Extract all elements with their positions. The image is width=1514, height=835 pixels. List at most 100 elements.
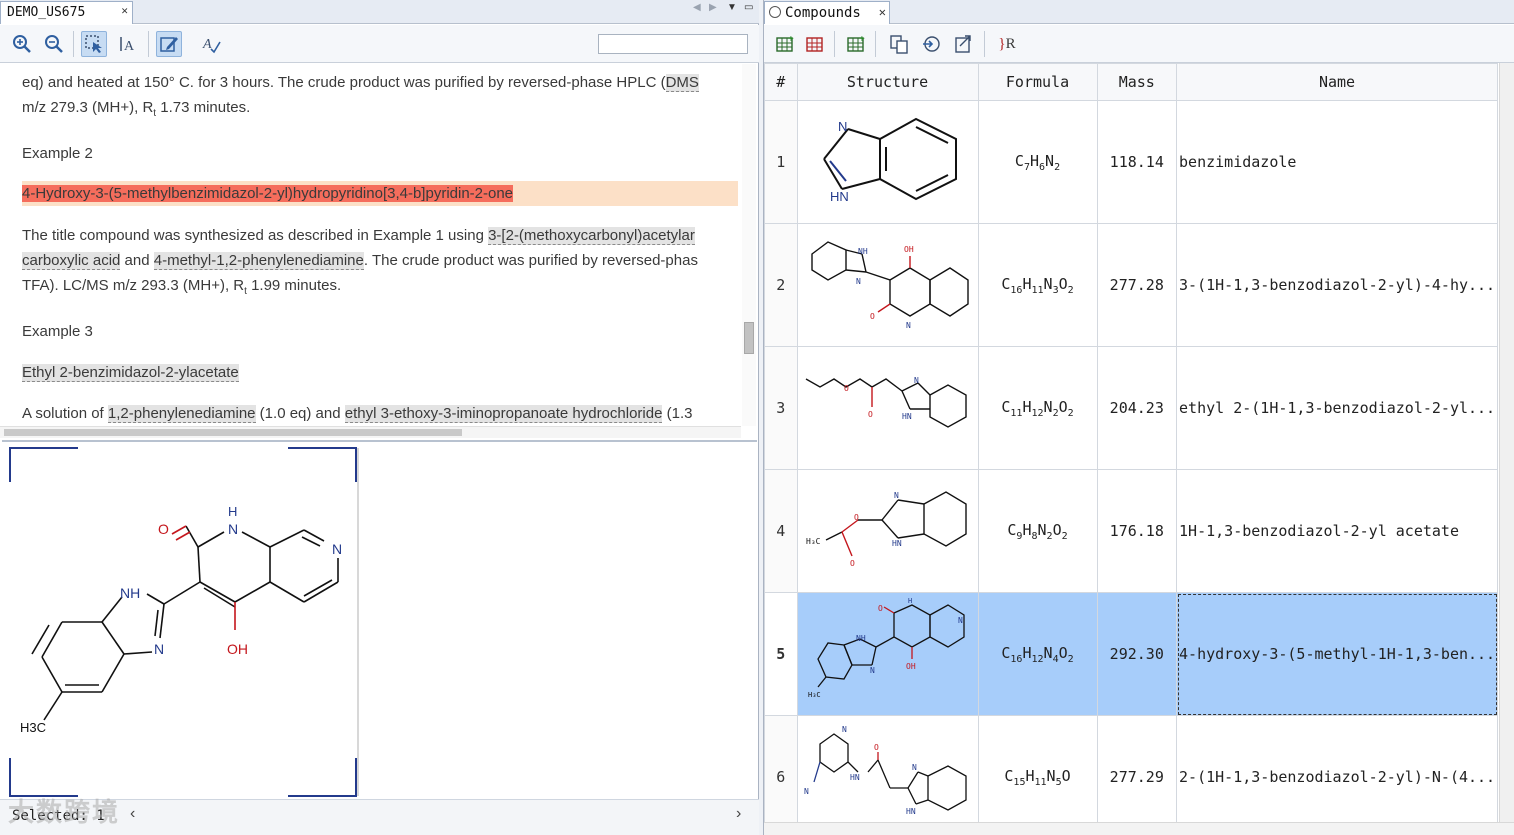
- formula-text: C11H12N2O2: [1001, 397, 1074, 419]
- table-row[interactable]: 1 N HN C7H6N2 118.14 benzimidazole: [764, 100, 1498, 224]
- toolbar-separator: [875, 31, 876, 57]
- add-column-button[interactable]: +: [843, 31, 869, 57]
- entity-highlight[interactable]: 3-[2-(methoxycarbonyl)acetylar: [488, 227, 695, 245]
- annotate-button[interactable]: [156, 31, 182, 57]
- export-button[interactable]: [950, 31, 976, 57]
- svg-text:O: O: [854, 513, 859, 522]
- table-vertical-scrollbar[interactable]: [1499, 63, 1514, 823]
- table-horizontal-scrollbar[interactable]: [764, 822, 1514, 835]
- compounds-icon: [769, 6, 781, 18]
- formula-cell[interactable]: C9H8N2O2: [977, 469, 1098, 593]
- doc-line: carboxylic acid and 4-methyl-1,2-phenyle…: [22, 248, 738, 273]
- column-header-name[interactable]: Name: [1176, 63, 1498, 101]
- column-header-structure[interactable]: Structure: [796, 63, 979, 101]
- name-cell[interactable]: benzimidazole: [1176, 100, 1498, 224]
- column-header-index[interactable]: #: [764, 63, 798, 101]
- tab-document[interactable]: DEMO_US675 ✕: [0, 1, 133, 24]
- tab-menu-icon[interactable]: ▼: [727, 2, 737, 13]
- svg-text:O: O: [844, 384, 849, 393]
- entity-highlight[interactable]: ethyl 3-ethoxy-3-iminopropanoate hydroch…: [344, 405, 663, 423]
- copy-structure-button[interactable]: [886, 31, 912, 57]
- r-group-icon: }R: [998, 35, 1016, 52]
- structure-viewer[interactable]: O H N N NH N OH H3C: [2, 440, 757, 798]
- structure-cell[interactable]: N HN: [796, 100, 979, 224]
- column-header-formula[interactable]: Formula: [977, 63, 1098, 101]
- scroll-left-icon[interactable]: ‹: [130, 805, 135, 823]
- close-icon[interactable]: ✕: [879, 5, 886, 19]
- name-cell[interactable]: 1H-1,3-benzodiazol-2-yl acetate: [1176, 469, 1498, 593]
- formula-cell[interactable]: C16H11N3O2: [977, 223, 1098, 347]
- spellcheck-button[interactable]: A: [198, 31, 224, 57]
- compounds-tabbar: Compounds ✕: [764, 0, 1514, 24]
- mass-cell[interactable]: 176.18: [1096, 469, 1178, 593]
- mass-cell[interactable]: 277.29: [1096, 715, 1178, 823]
- entity-highlight[interactable]: carboxylic acid: [22, 252, 121, 270]
- mass-cell[interactable]: 204.23: [1096, 346, 1178, 470]
- compounds-table[interactable]: # Structure Formula Mass Name 1 N HN C7H…: [764, 63, 1498, 823]
- example-heading: Example 3: [22, 323, 93, 340]
- tab-compounds[interactable]: Compounds ✕: [764, 1, 890, 24]
- zoom-out-button[interactable]: [41, 31, 67, 57]
- molecule-thumbnail: N HN: [822, 117, 957, 204]
- name-cell[interactable]: 4-hydroxy-3-(5-methyl-1H-1,3-ben...: [1176, 592, 1498, 716]
- entity-highlight[interactable]: DMS: [665, 74, 699, 92]
- structure-cell[interactable]: NH N OH O N: [796, 223, 979, 347]
- zoom-in-button[interactable]: [9, 31, 35, 57]
- name-cell[interactable]: 2-(1H-1,3-benzodiazol-2-yl)-N-(4...: [1176, 715, 1498, 823]
- document-vertical-scrollbar[interactable]: [742, 64, 756, 426]
- name-cell[interactable]: 3-(1H-1,3-benzodiazol-2-yl)-4-hy...: [1176, 223, 1498, 347]
- edit-pencil-icon: [160, 37, 178, 52]
- mass-cell[interactable]: 118.14: [1096, 100, 1178, 224]
- close-icon[interactable]: ✕: [121, 4, 128, 17]
- document-horizontal-scrollbar[interactable]: [0, 426, 741, 438]
- tab-next-icon[interactable]: ▶: [709, 2, 717, 13]
- doc-line: TFA). LC/MS m/z 293.3 (MH+), Rt 1.99 min…: [22, 273, 738, 304]
- document-text-area[interactable]: eq) and heated at 150° C. for 3 hours. T…: [0, 64, 741, 426]
- formula-cell[interactable]: C11H12N2O2: [977, 346, 1098, 470]
- select-pointer-icon: [85, 35, 102, 53]
- doc-line: A solution of 1,2-phenylenediamine (1.0 …: [22, 401, 738, 426]
- scrollbar-thumb[interactable]: [744, 322, 754, 354]
- atom-label: N: [154, 641, 164, 657]
- atom-label: OH: [227, 641, 248, 657]
- table-row[interactable]: 4 H₃C O O N HN C9H8N2O2 176.18 1H-1,3-be…: [764, 469, 1498, 593]
- table-row[interactable]: 6 N N HN O N HN C15H11N5O 277.29 2-(1H-1…: [764, 715, 1498, 823]
- import-button[interactable]: [918, 31, 944, 57]
- app-window: DEMO_US675 ✕ ◀ ▶ ▼ ▭ A A eq) and heated …: [0, 0, 1514, 835]
- r-group-button[interactable]: }R: [992, 31, 1022, 57]
- formula-cell[interactable]: C15H11N5O: [977, 715, 1098, 823]
- table-row[interactable]: 3 O O N HN C11H12N2O2 204.23 ethyl 2-(1H…: [764, 346, 1498, 470]
- formula-cell[interactable]: C7H6N2: [977, 100, 1098, 224]
- atom-label: NH: [120, 585, 140, 601]
- table-row[interactable]: 2 NH N OH O N C16H11N3O2 277.28 3-(1H-1,…: [764, 223, 1498, 347]
- name-cell[interactable]: ethyl 2-(1H-1,3-benzodiazol-2-yl...: [1176, 346, 1498, 470]
- search-input[interactable]: [598, 34, 748, 54]
- text-select-button[interactable]: A: [115, 31, 141, 57]
- toolbar-separator: [984, 31, 985, 57]
- mass-cell[interactable]: 277.28: [1096, 223, 1178, 347]
- toolbar-separator: [148, 31, 149, 57]
- mass-cell[interactable]: 292.30: [1096, 592, 1178, 716]
- structure-cell[interactable]: O H N NH N OH H₃C: [796, 592, 979, 716]
- tab-prev-icon[interactable]: ◀: [693, 2, 701, 13]
- entity-highlight[interactable]: Ethyl 2-benzimidazol-2-ylacetate: [22, 364, 239, 382]
- entity-highlight[interactable]: 1,2-phenylenediamine: [107, 405, 256, 423]
- add-row-button[interactable]: +: [772, 31, 798, 57]
- select-mode-button[interactable]: [81, 31, 107, 57]
- delete-row-button[interactable]: [802, 31, 828, 57]
- column-header-mass[interactable]: Mass: [1096, 63, 1178, 101]
- doc-line: m/z 279.3 (MH+), Rt 1.73 minutes.: [22, 95, 738, 126]
- svg-text:A: A: [202, 37, 212, 52]
- structure-cell[interactable]: O O N HN: [796, 346, 979, 470]
- selected-compound-name[interactable]: 4-Hydroxy-3-(5-methylbenzimidazol-2-yl)h…: [22, 185, 514, 202]
- structure-cell[interactable]: H₃C O O N HN: [796, 469, 979, 593]
- scroll-right-icon[interactable]: ›: [736, 805, 741, 823]
- structure-cell[interactable]: N N HN O N HN: [796, 715, 979, 823]
- svg-text:HN: HN: [892, 539, 902, 548]
- formula-cell[interactable]: C16H12N4O2: [977, 592, 1098, 716]
- scrollbar-thumb[interactable]: [4, 429, 462, 436]
- formula-text: C15H11N5O: [1004, 766, 1071, 788]
- entity-highlight[interactable]: 4-methyl-1,2-phenylenediamine: [153, 252, 364, 270]
- maximize-icon[interactable]: ▭: [744, 2, 753, 13]
- table-row-selected[interactable]: 5 O H N NH N OH H₃C C16H12N4O2 292.30 4-…: [764, 592, 1498, 716]
